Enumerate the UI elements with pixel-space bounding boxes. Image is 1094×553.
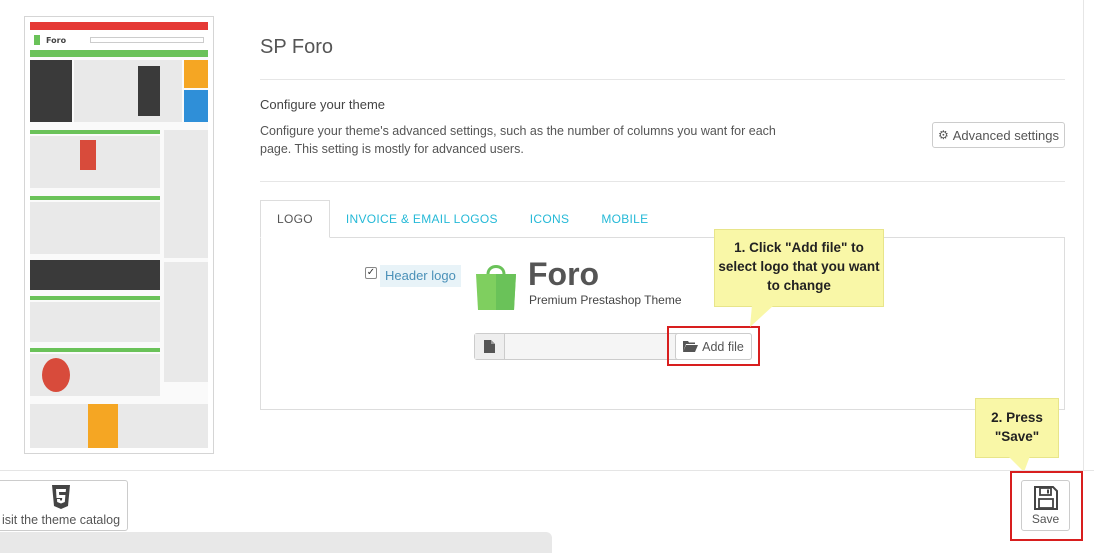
- callout-pointer: [750, 305, 774, 327]
- preview-service-highlight: [88, 404, 118, 448]
- preview-product-phone: [80, 140, 96, 170]
- preview-logo: [34, 35, 40, 45]
- tab-panel-logo: [260, 237, 1065, 410]
- theme-preview-image: Foro: [24, 16, 214, 454]
- configure-description: Configure your theme's advanced settings…: [260, 124, 776, 156]
- save-callout: 2. Press "Save": [975, 398, 1059, 458]
- preview-watch-banner: [30, 260, 160, 290]
- preview-categories: [30, 302, 160, 342]
- preview-banner-2: [184, 90, 208, 122]
- foro-bag-icon: [476, 265, 516, 310]
- preview-sidebar-list: [164, 172, 208, 258]
- tab-icons[interactable]: ICONS: [514, 200, 586, 238]
- file-icon-shape: [484, 340, 495, 353]
- preview-section-bar-2: [30, 196, 160, 200]
- preview-topbar: [30, 22, 208, 30]
- preview-sidebar: [30, 60, 72, 122]
- divider: [260, 79, 1065, 80]
- preview-services: [30, 404, 208, 448]
- theme-preview-canvas: Foro: [30, 22, 208, 448]
- preview-search: [90, 37, 204, 43]
- tab-mobile[interactable]: MOBILE: [585, 200, 664, 238]
- header-logo-checkbox[interactable]: ✓: [365, 267, 377, 279]
- add-file-callout: 1. Click "Add file" to select logo that …: [714, 229, 884, 307]
- preview-banner-1: [184, 60, 208, 88]
- preview-products-2: [30, 202, 160, 254]
- preview-sidebar-tags: [164, 262, 208, 382]
- file-icon: [475, 334, 505, 359]
- preview-section-bar-4: [30, 348, 160, 352]
- tab-logo[interactable]: LOGO: [260, 200, 330, 238]
- theme-catalog-button[interactable]: isit the theme catalog: [0, 480, 128, 531]
- preview-section-bar-3: [30, 296, 160, 300]
- preview-nav: [30, 50, 208, 57]
- preview-slider: [74, 60, 182, 122]
- tab-invoice-email-logos[interactable]: INVOICE & EMAIL LOGOS: [330, 200, 514, 238]
- preview-logo-text: Foro: [46, 35, 67, 45]
- save-highlight: [1010, 471, 1083, 541]
- horizontal-scrollbar[interactable]: [0, 532, 552, 553]
- preview-section-bar-1: [30, 130, 160, 134]
- preview-headphones: [42, 358, 70, 392]
- html5-icon: [52, 484, 70, 509]
- preview-header: Foro: [30, 30, 208, 50]
- advanced-settings-label: Advanced settings: [952, 127, 1059, 143]
- add-file-highlight: [667, 326, 760, 366]
- preview-slider-model: [138, 66, 160, 116]
- brand-tagline: Premium Prestashop Theme: [529, 293, 682, 307]
- theme-catalog-label: isit the theme catalog: [1, 512, 121, 527]
- advanced-settings-button[interactable]: ⚙ Advanced settings: [932, 122, 1065, 148]
- logo-tabs: LOGO INVOICE & EMAIL LOGOS ICONS MOBILE: [260, 200, 664, 238]
- brand-name: Foro: [528, 256, 600, 292]
- divider: [260, 181, 1065, 182]
- header-logo-label: Header logo: [380, 265, 461, 287]
- theme-config-panel: Foro SP Foro Configure your theme Config…: [0, 0, 1084, 472]
- gear-icon: ⚙: [938, 128, 949, 142]
- theme-title: SP Foro: [260, 36, 333, 58]
- configure-heading: Configure your theme: [260, 97, 386, 112]
